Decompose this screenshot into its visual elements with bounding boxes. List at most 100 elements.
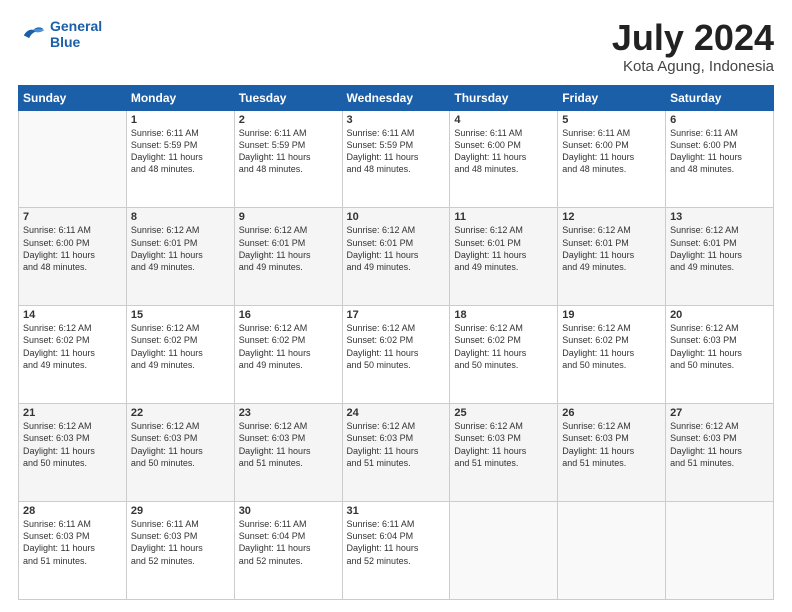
day-info: Sunrise: 6:12 AM Sunset: 6:03 PM Dayligh… <box>239 420 338 469</box>
day-info: Sunrise: 6:11 AM Sunset: 6:00 PM Dayligh… <box>454 127 553 176</box>
day-number: 23 <box>239 407 338 419</box>
day-info: Sunrise: 6:12 AM Sunset: 6:03 PM Dayligh… <box>454 420 553 469</box>
calendar-cell: 14Sunrise: 6:12 AM Sunset: 6:02 PM Dayli… <box>19 306 127 404</box>
day-number: 17 <box>347 309 446 321</box>
calendar-cell <box>666 502 774 600</box>
day-number: 31 <box>347 505 446 517</box>
day-number: 1 <box>131 114 230 126</box>
day-info: Sunrise: 6:12 AM Sunset: 6:02 PM Dayligh… <box>562 322 661 371</box>
day-number: 7 <box>23 211 122 223</box>
calendar-cell: 15Sunrise: 6:12 AM Sunset: 6:02 PM Dayli… <box>126 306 234 404</box>
day-info: Sunrise: 6:12 AM Sunset: 6:03 PM Dayligh… <box>562 420 661 469</box>
day-number: 25 <box>454 407 553 419</box>
day-number: 6 <box>670 114 769 126</box>
calendar-cell: 8Sunrise: 6:12 AM Sunset: 6:01 PM Daylig… <box>126 208 234 306</box>
day-info: Sunrise: 6:12 AM Sunset: 6:02 PM Dayligh… <box>454 322 553 371</box>
calendar-cell: 10Sunrise: 6:12 AM Sunset: 6:01 PM Dayli… <box>342 208 450 306</box>
calendar-cell: 12Sunrise: 6:12 AM Sunset: 6:01 PM Dayli… <box>558 208 666 306</box>
day-number: 30 <box>239 505 338 517</box>
day-info: Sunrise: 6:12 AM Sunset: 6:03 PM Dayligh… <box>670 420 769 469</box>
week-row-2: 7Sunrise: 6:11 AM Sunset: 6:00 PM Daylig… <box>19 208 774 306</box>
day-info: Sunrise: 6:12 AM Sunset: 6:01 PM Dayligh… <box>454 224 553 273</box>
day-number: 20 <box>670 309 769 321</box>
day-number: 29 <box>131 505 230 517</box>
calendar-cell: 19Sunrise: 6:12 AM Sunset: 6:02 PM Dayli… <box>558 306 666 404</box>
day-info: Sunrise: 6:11 AM Sunset: 6:00 PM Dayligh… <box>562 127 661 176</box>
day-number: 13 <box>670 211 769 223</box>
calendar-cell: 25Sunrise: 6:12 AM Sunset: 6:03 PM Dayli… <box>450 404 558 502</box>
day-info: Sunrise: 6:11 AM Sunset: 6:00 PM Dayligh… <box>670 127 769 176</box>
day-number: 8 <box>131 211 230 223</box>
day-info: Sunrise: 6:11 AM Sunset: 6:00 PM Dayligh… <box>23 224 122 273</box>
day-info: Sunrise: 6:12 AM Sunset: 6:03 PM Dayligh… <box>131 420 230 469</box>
col-header-thursday: Thursday <box>450 85 558 110</box>
calendar-cell: 23Sunrise: 6:12 AM Sunset: 6:03 PM Dayli… <box>234 404 342 502</box>
logo: General Blue <box>18 18 102 50</box>
day-number: 28 <box>23 505 122 517</box>
calendar-cell: 20Sunrise: 6:12 AM Sunset: 6:03 PM Dayli… <box>666 306 774 404</box>
day-info: Sunrise: 6:11 AM Sunset: 5:59 PM Dayligh… <box>347 127 446 176</box>
calendar-cell: 24Sunrise: 6:12 AM Sunset: 6:03 PM Dayli… <box>342 404 450 502</box>
col-header-tuesday: Tuesday <box>234 85 342 110</box>
calendar-cell: 9Sunrise: 6:12 AM Sunset: 6:01 PM Daylig… <box>234 208 342 306</box>
day-number: 5 <box>562 114 661 126</box>
day-info: Sunrise: 6:12 AM Sunset: 6:03 PM Dayligh… <box>347 420 446 469</box>
day-info: Sunrise: 6:12 AM Sunset: 6:03 PM Dayligh… <box>670 322 769 371</box>
calendar-cell: 7Sunrise: 6:11 AM Sunset: 6:00 PM Daylig… <box>19 208 127 306</box>
col-header-sunday: Sunday <box>19 85 127 110</box>
logo-text: General Blue <box>50 18 102 50</box>
calendar-cell: 6Sunrise: 6:11 AM Sunset: 6:00 PM Daylig… <box>666 110 774 208</box>
week-row-1: 1Sunrise: 6:11 AM Sunset: 5:59 PM Daylig… <box>19 110 774 208</box>
day-info: Sunrise: 6:12 AM Sunset: 6:01 PM Dayligh… <box>562 224 661 273</box>
calendar-cell: 2Sunrise: 6:11 AM Sunset: 5:59 PM Daylig… <box>234 110 342 208</box>
day-info: Sunrise: 6:12 AM Sunset: 6:02 PM Dayligh… <box>23 322 122 371</box>
calendar-cell: 3Sunrise: 6:11 AM Sunset: 5:59 PM Daylig… <box>342 110 450 208</box>
day-info: Sunrise: 6:12 AM Sunset: 6:03 PM Dayligh… <box>23 420 122 469</box>
month-year: July 2024 <box>612 18 774 58</box>
calendar-cell: 31Sunrise: 6:11 AM Sunset: 6:04 PM Dayli… <box>342 502 450 600</box>
calendar-cell: 28Sunrise: 6:11 AM Sunset: 6:03 PM Dayli… <box>19 502 127 600</box>
col-header-saturday: Saturday <box>666 85 774 110</box>
day-number: 9 <box>239 211 338 223</box>
day-info: Sunrise: 6:12 AM Sunset: 6:02 PM Dayligh… <box>347 322 446 371</box>
day-info: Sunrise: 6:11 AM Sunset: 6:04 PM Dayligh… <box>347 518 446 567</box>
calendar-cell <box>450 502 558 600</box>
day-info: Sunrise: 6:12 AM Sunset: 6:02 PM Dayligh… <box>239 322 338 371</box>
week-row-3: 14Sunrise: 6:12 AM Sunset: 6:02 PM Dayli… <box>19 306 774 404</box>
day-info: Sunrise: 6:11 AM Sunset: 6:04 PM Dayligh… <box>239 518 338 567</box>
day-number: 24 <box>347 407 446 419</box>
calendar-cell: 5Sunrise: 6:11 AM Sunset: 6:00 PM Daylig… <box>558 110 666 208</box>
col-header-monday: Monday <box>126 85 234 110</box>
day-info: Sunrise: 6:12 AM Sunset: 6:02 PM Dayligh… <box>131 322 230 371</box>
day-number: 10 <box>347 211 446 223</box>
location: Kota Agung, Indonesia <box>612 58 774 75</box>
calendar-cell: 22Sunrise: 6:12 AM Sunset: 6:03 PM Dayli… <box>126 404 234 502</box>
calendar-cell: 21Sunrise: 6:12 AM Sunset: 6:03 PM Dayli… <box>19 404 127 502</box>
day-number: 12 <box>562 211 661 223</box>
day-number: 2 <box>239 114 338 126</box>
calendar-cell: 13Sunrise: 6:12 AM Sunset: 6:01 PM Dayli… <box>666 208 774 306</box>
day-number: 21 <box>23 407 122 419</box>
day-info: Sunrise: 6:12 AM Sunset: 6:01 PM Dayligh… <box>347 224 446 273</box>
day-info: Sunrise: 6:11 AM Sunset: 6:03 PM Dayligh… <box>131 518 230 567</box>
day-info: Sunrise: 6:12 AM Sunset: 6:01 PM Dayligh… <box>670 224 769 273</box>
calendar-cell: 4Sunrise: 6:11 AM Sunset: 6:00 PM Daylig… <box>450 110 558 208</box>
day-number: 11 <box>454 211 553 223</box>
day-number: 15 <box>131 309 230 321</box>
calendar-cell: 1Sunrise: 6:11 AM Sunset: 5:59 PM Daylig… <box>126 110 234 208</box>
calendar-cell: 30Sunrise: 6:11 AM Sunset: 6:04 PM Dayli… <box>234 502 342 600</box>
calendar-cell: 27Sunrise: 6:12 AM Sunset: 6:03 PM Dayli… <box>666 404 774 502</box>
col-header-friday: Friday <box>558 85 666 110</box>
calendar-cell: 26Sunrise: 6:12 AM Sunset: 6:03 PM Dayli… <box>558 404 666 502</box>
calendar-cell: 29Sunrise: 6:11 AM Sunset: 6:03 PM Dayli… <box>126 502 234 600</box>
title-block: July 2024 Kota Agung, Indonesia <box>612 18 774 75</box>
day-number: 3 <box>347 114 446 126</box>
day-info: Sunrise: 6:11 AM Sunset: 5:59 PM Dayligh… <box>131 127 230 176</box>
day-number: 19 <box>562 309 661 321</box>
day-info: Sunrise: 6:12 AM Sunset: 6:01 PM Dayligh… <box>131 224 230 273</box>
day-number: 18 <box>454 309 553 321</box>
day-info: Sunrise: 6:11 AM Sunset: 5:59 PM Dayligh… <box>239 127 338 176</box>
day-info: Sunrise: 6:11 AM Sunset: 6:03 PM Dayligh… <box>23 518 122 567</box>
day-number: 27 <box>670 407 769 419</box>
day-number: 4 <box>454 114 553 126</box>
